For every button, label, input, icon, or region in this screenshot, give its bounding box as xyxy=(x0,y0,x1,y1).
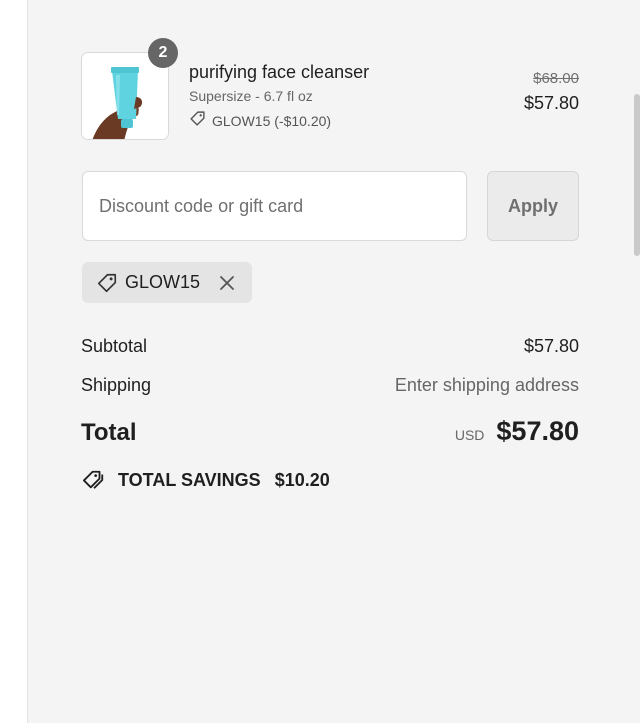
shipping-row: Shipping Enter shipping address xyxy=(81,375,579,396)
product-discount: GLOW15 (-$10.20) xyxy=(189,110,369,131)
tag-icon xyxy=(96,272,118,294)
total-row: Total USD $57.80 xyxy=(81,416,579,447)
applied-discount-chip: GLOW15 xyxy=(82,262,252,303)
savings-tags-icon xyxy=(82,469,106,491)
total-label: Total xyxy=(81,419,137,446)
savings-value: $10.20 xyxy=(274,469,330,490)
shipping-label: Shipping xyxy=(81,375,152,395)
currency-code: USD xyxy=(454,427,485,443)
product-discount-text: GLOW15 (-$10.20) xyxy=(212,112,332,129)
total-amount: USD $57.80 xyxy=(455,416,579,447)
total-savings: TOTAL SAVINGS $10.20 xyxy=(82,469,330,491)
subtotal-label: Subtotal xyxy=(81,336,148,356)
product-prices: $68.00 $57.80 xyxy=(524,70,579,114)
scrollbar-thumb[interactable] xyxy=(634,94,640,256)
product-info: purifying face cleanser Supersize - 6.7 … xyxy=(189,61,369,131)
applied-discount-code: GLOW15 xyxy=(125,272,201,292)
savings-label: TOTAL SAVINGS xyxy=(118,469,261,490)
discounted-price: $57.80 xyxy=(523,93,579,113)
order-summary-panel: 2 purifying face cleanser Supersize - 6.… xyxy=(27,0,640,723)
product-variant: Supersize - 6.7 fl oz xyxy=(189,88,313,104)
subtotal-value: $57.80 xyxy=(523,336,579,356)
total-value: $57.80 xyxy=(496,416,579,446)
tag-icon xyxy=(189,110,206,131)
subtotal-row: Subtotal $57.80 xyxy=(81,336,579,357)
quantity-badge: 2 xyxy=(148,38,178,68)
original-price: $68.00 xyxy=(533,70,579,87)
shipping-value: Enter shipping address xyxy=(394,375,579,395)
product-name: purifying face cleanser xyxy=(189,62,370,82)
close-icon[interactable] xyxy=(219,275,235,291)
apply-button[interactable]: Apply xyxy=(487,171,579,241)
cart-line-item: 2 purifying face cleanser Supersize - 6.… xyxy=(81,38,579,142)
discount-code-input[interactable] xyxy=(82,171,467,241)
